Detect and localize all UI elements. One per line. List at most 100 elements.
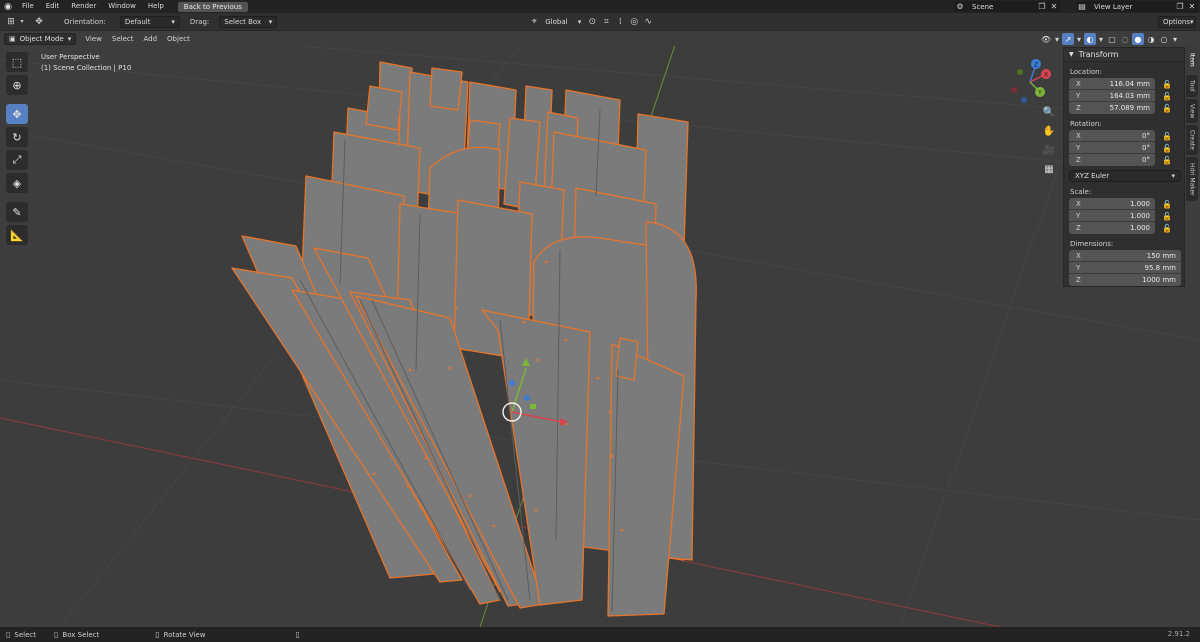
close-icon[interactable]: ✕: [1048, 1, 1060, 12]
copy-icon[interactable]: ❐: [1174, 1, 1186, 12]
lock-icon[interactable]: 🔓: [1162, 103, 1172, 113]
scene-selector[interactable]: ⚙ Scene ❐ ✕: [954, 1, 1060, 12]
gizmo-neg-x-handle[interactable]: [1011, 87, 1017, 93]
profile-shell[interactable]: [365, 85, 403, 131]
lock-icon[interactable]: 🔓: [1162, 211, 1172, 221]
lock-icon[interactable]: 🔓: [1162, 143, 1172, 153]
profile-extrusions[interactable]: [231, 61, 697, 617]
rotation-x-field[interactable]: X 0°: [1069, 130, 1155, 142]
scale-x-field[interactable]: X 1.000: [1069, 198, 1155, 210]
options-dropdown[interactable]: Options ▾: [1158, 15, 1196, 28]
tab-item[interactable]: Item: [1186, 47, 1198, 73]
object-mode-dropdown[interactable]: ▣ Object Mode ▾: [4, 32, 77, 45]
copy-icon[interactable]: ❐: [1036, 1, 1048, 12]
lock-icon[interactable]: 🔓: [1162, 223, 1172, 233]
gizmo-neg-y-handle[interactable]: [1017, 69, 1023, 75]
3d-viewport[interactable]: [0, 46, 1200, 627]
view-layer-selector[interactable]: ▤ View Layer ❐ ✕: [1076, 1, 1198, 12]
tab-view[interactable]: View: [1186, 99, 1198, 123]
snap-increment-icon[interactable]: ⁞: [613, 16, 627, 28]
solid-shading-icon[interactable]: ●: [1132, 33, 1144, 45]
location-x-field[interactable]: X 116.04 mm: [1069, 78, 1155, 90]
location-y-field[interactable]: Y 164.03 mm: [1069, 90, 1155, 102]
cursor-tool-icon[interactable]: ⊕: [6, 75, 28, 95]
camera-icon[interactable]: 🎥: [1041, 143, 1057, 157]
gizmo-neg-z-handle[interactable]: [1021, 97, 1027, 103]
back-to-previous-button[interactable]: Back to Previous: [177, 1, 248, 12]
zoom-icon[interactable]: 🔍: [1041, 105, 1057, 119]
lock-icon[interactable]: 🔓: [1162, 199, 1172, 209]
orientation-dropdown[interactable]: Default ▾: [119, 15, 180, 28]
lock-icon[interactable]: 🔓: [1162, 131, 1172, 141]
scale-x-row: X 1.000 🔓: [1069, 198, 1184, 210]
rotate-tool-icon[interactable]: ↻: [6, 127, 28, 147]
chevron-down-icon[interactable]: ▾: [1075, 33, 1083, 45]
move-tool-icon[interactable]: ✥: [30, 16, 48, 28]
gizmo-toggle-icon[interactable]: ↗: [1062, 33, 1074, 45]
view-layer-icon: ▤: [1078, 2, 1086, 11]
menu-add[interactable]: Add: [138, 35, 162, 43]
material-shading-icon[interactable]: ◑: [1145, 33, 1157, 45]
chevron-down-icon[interactable]: ▾: [1171, 33, 1179, 45]
navigation-gizmo[interactable]: X Z Y: [1000, 52, 1060, 112]
chevron-down-icon: ▾: [1190, 17, 1194, 26]
chevron-down-icon: ▾: [171, 17, 175, 26]
chevron-down-icon[interactable]: ▾: [1097, 33, 1105, 45]
profile-shell[interactable]: [615, 337, 639, 381]
scale-tool-icon[interactable]: ⤢: [6, 150, 28, 170]
pan-hand-icon[interactable]: ✋: [1041, 124, 1057, 138]
move-tool-icon[interactable]: ✥: [6, 104, 28, 124]
editor-type-icon[interactable]: ⊞: [4, 16, 18, 28]
chevron-down-icon: ▾: [67, 34, 72, 43]
rotation-y-field[interactable]: Y 0°: [1069, 142, 1155, 154]
tab-create[interactable]: Create: [1186, 125, 1198, 155]
overlay-toggle-icon[interactable]: ◐: [1084, 33, 1096, 45]
drag-dropdown[interactable]: Select Box ▾: [219, 15, 278, 28]
transform-orientation-dropdown[interactable]: Global ▾: [541, 16, 585, 28]
scale-z-field[interactable]: Z 1.000: [1069, 222, 1155, 234]
profile-shell[interactable]: [429, 67, 463, 111]
visibility-icon[interactable]: 👁: [1040, 33, 1052, 45]
rotation-z-field[interactable]: Z 0°: [1069, 154, 1155, 166]
dimensions-z-field[interactable]: Z 1000 mm: [1069, 274, 1181, 286]
dimensions-x-field[interactable]: X 150 mm: [1069, 250, 1181, 262]
transform-tool-icon[interactable]: ◈: [6, 173, 28, 193]
status-select: ▯ Select: [6, 630, 37, 639]
menu-view[interactable]: View: [80, 35, 107, 43]
menu-help[interactable]: Help: [142, 0, 170, 13]
menu-window[interactable]: Window: [102, 0, 142, 13]
proportional-editing-icon[interactable]: ◎: [627, 16, 641, 28]
rotation-mode-dropdown[interactable]: XYZ Euler ▾: [1069, 170, 1181, 182]
menu-object[interactable]: Object: [162, 35, 195, 43]
menu-file[interactable]: File: [16, 0, 40, 13]
lock-icon[interactable]: 🔓: [1162, 155, 1172, 165]
menu-edit[interactable]: Edit: [40, 0, 66, 13]
pivot-point-icon[interactable]: ⊙: [585, 16, 599, 28]
chevron-down-icon[interactable]: ▾: [18, 16, 26, 28]
select-box-tool-icon[interactable]: ⬚: [6, 52, 28, 72]
profile-shell[interactable]: [607, 343, 685, 617]
menu-render[interactable]: Render: [65, 0, 102, 13]
perspective-grid-icon[interactable]: ▦: [1041, 162, 1057, 176]
transform-orientation-icon[interactable]: ⌖: [527, 16, 541, 28]
snap-icon[interactable]: ⌗: [599, 16, 613, 28]
lock-icon[interactable]: 🔓: [1162, 79, 1172, 89]
annotate-tool-icon[interactable]: ✎: [6, 202, 28, 222]
wireframe-shading-icon[interactable]: ◌: [1119, 33, 1131, 45]
scene-icon: ⚙: [956, 2, 964, 11]
lock-icon[interactable]: 🔓: [1162, 91, 1172, 101]
rendered-shading-icon[interactable]: ○: [1158, 33, 1170, 45]
measure-tool-icon[interactable]: 📐: [6, 225, 28, 245]
scale-y-field[interactable]: Y 1.000: [1069, 210, 1155, 222]
dimensions-y-field[interactable]: Y 95.8 mm: [1069, 262, 1181, 274]
location-z-field[interactable]: Z 57.089 mm: [1069, 102, 1155, 114]
blender-logo-icon[interactable]: ◉: [0, 0, 16, 13]
menu-select[interactable]: Select: [107, 35, 139, 43]
chevron-down-icon[interactable]: ▾: [1053, 33, 1061, 45]
tab-tool[interactable]: Tool: [1186, 75, 1198, 97]
tab-hdri-maker[interactable]: Hdri Maker: [1186, 157, 1198, 201]
xray-icon[interactable]: ▢: [1106, 33, 1118, 45]
close-icon[interactable]: ✕: [1186, 1, 1198, 12]
transform-panel-header[interactable]: ▼ Transform: [1064, 48, 1184, 62]
falloff-icon[interactable]: ∿: [641, 16, 655, 28]
